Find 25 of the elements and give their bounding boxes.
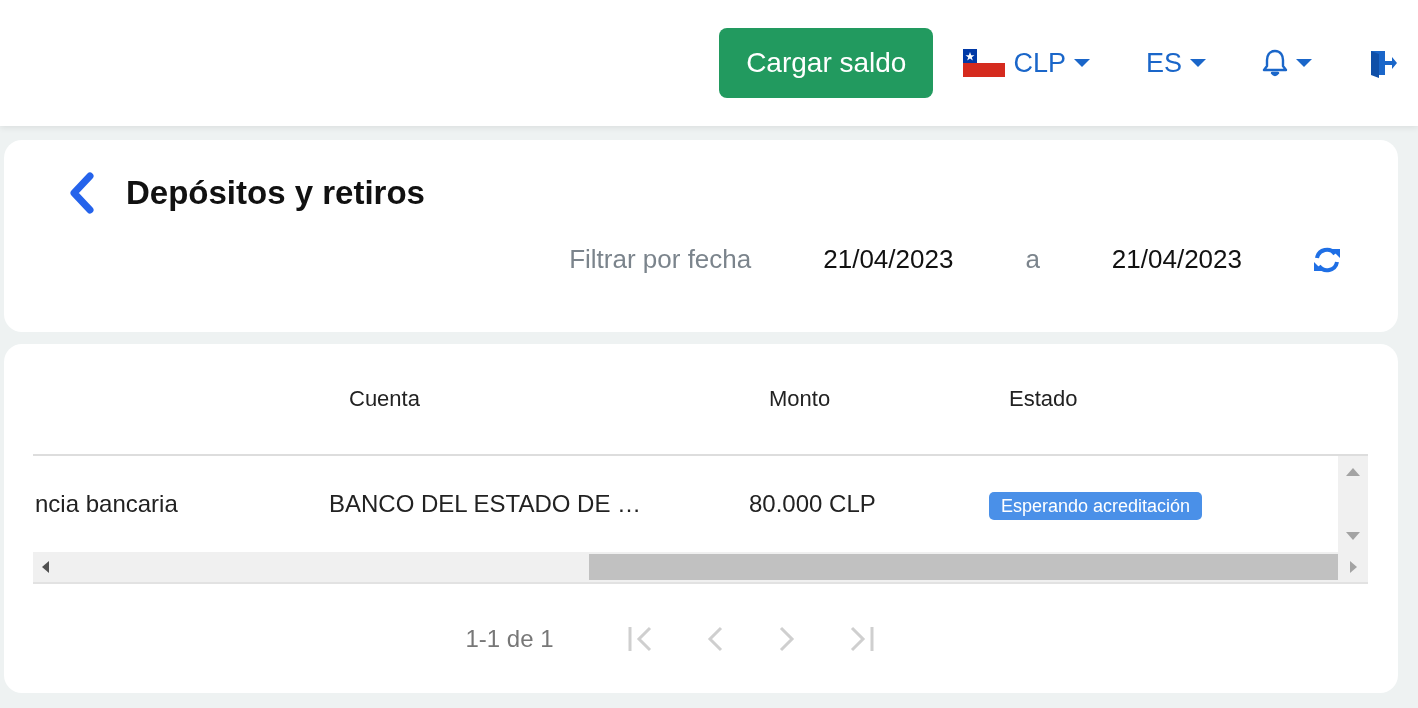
filter-label: Filtrar por fecha (569, 244, 752, 275)
bell-icon (1262, 49, 1288, 77)
date-from-field[interactable]: 21/04/2023 (823, 244, 954, 275)
date-separator: a (1025, 244, 1040, 275)
caret-icon (1073, 59, 1090, 67)
column-header: Cuenta (348, 386, 421, 412)
horizontal-scrollbar[interactable] (33, 552, 1368, 582)
table-cell-text: ncia bancaria (34, 490, 179, 518)
top-up-button[interactable]: Cargar saldo (719, 28, 934, 98)
table-cell-text: BANCO DEL ESTADO DE … (328, 490, 643, 518)
caret-icon (1190, 59, 1206, 67)
page-range: 1-1 de 1 (465, 625, 554, 653)
table-cell-text: 80.000 CLP (748, 490, 877, 518)
currency-dropdown[interactable]: CLP (963, 47, 1090, 79)
column-header: Monto (768, 386, 832, 412)
date-to-field[interactable]: 21/04/2023 (1111, 244, 1242, 275)
notifications-dropdown[interactable] (1262, 49, 1312, 77)
page-title: Depósitos y retiros (126, 174, 425, 212)
caret-icon (1296, 59, 1312, 67)
logout-icon[interactable] (1368, 48, 1398, 78)
status-badge: Esperando acreditación (989, 492, 1203, 520)
flag-icon (963, 49, 1006, 77)
column-header: Estado (1008, 386, 1079, 412)
vertical-scrollbar[interactable] (1338, 456, 1368, 552)
language-dropdown[interactable]: ES (1145, 47, 1206, 79)
